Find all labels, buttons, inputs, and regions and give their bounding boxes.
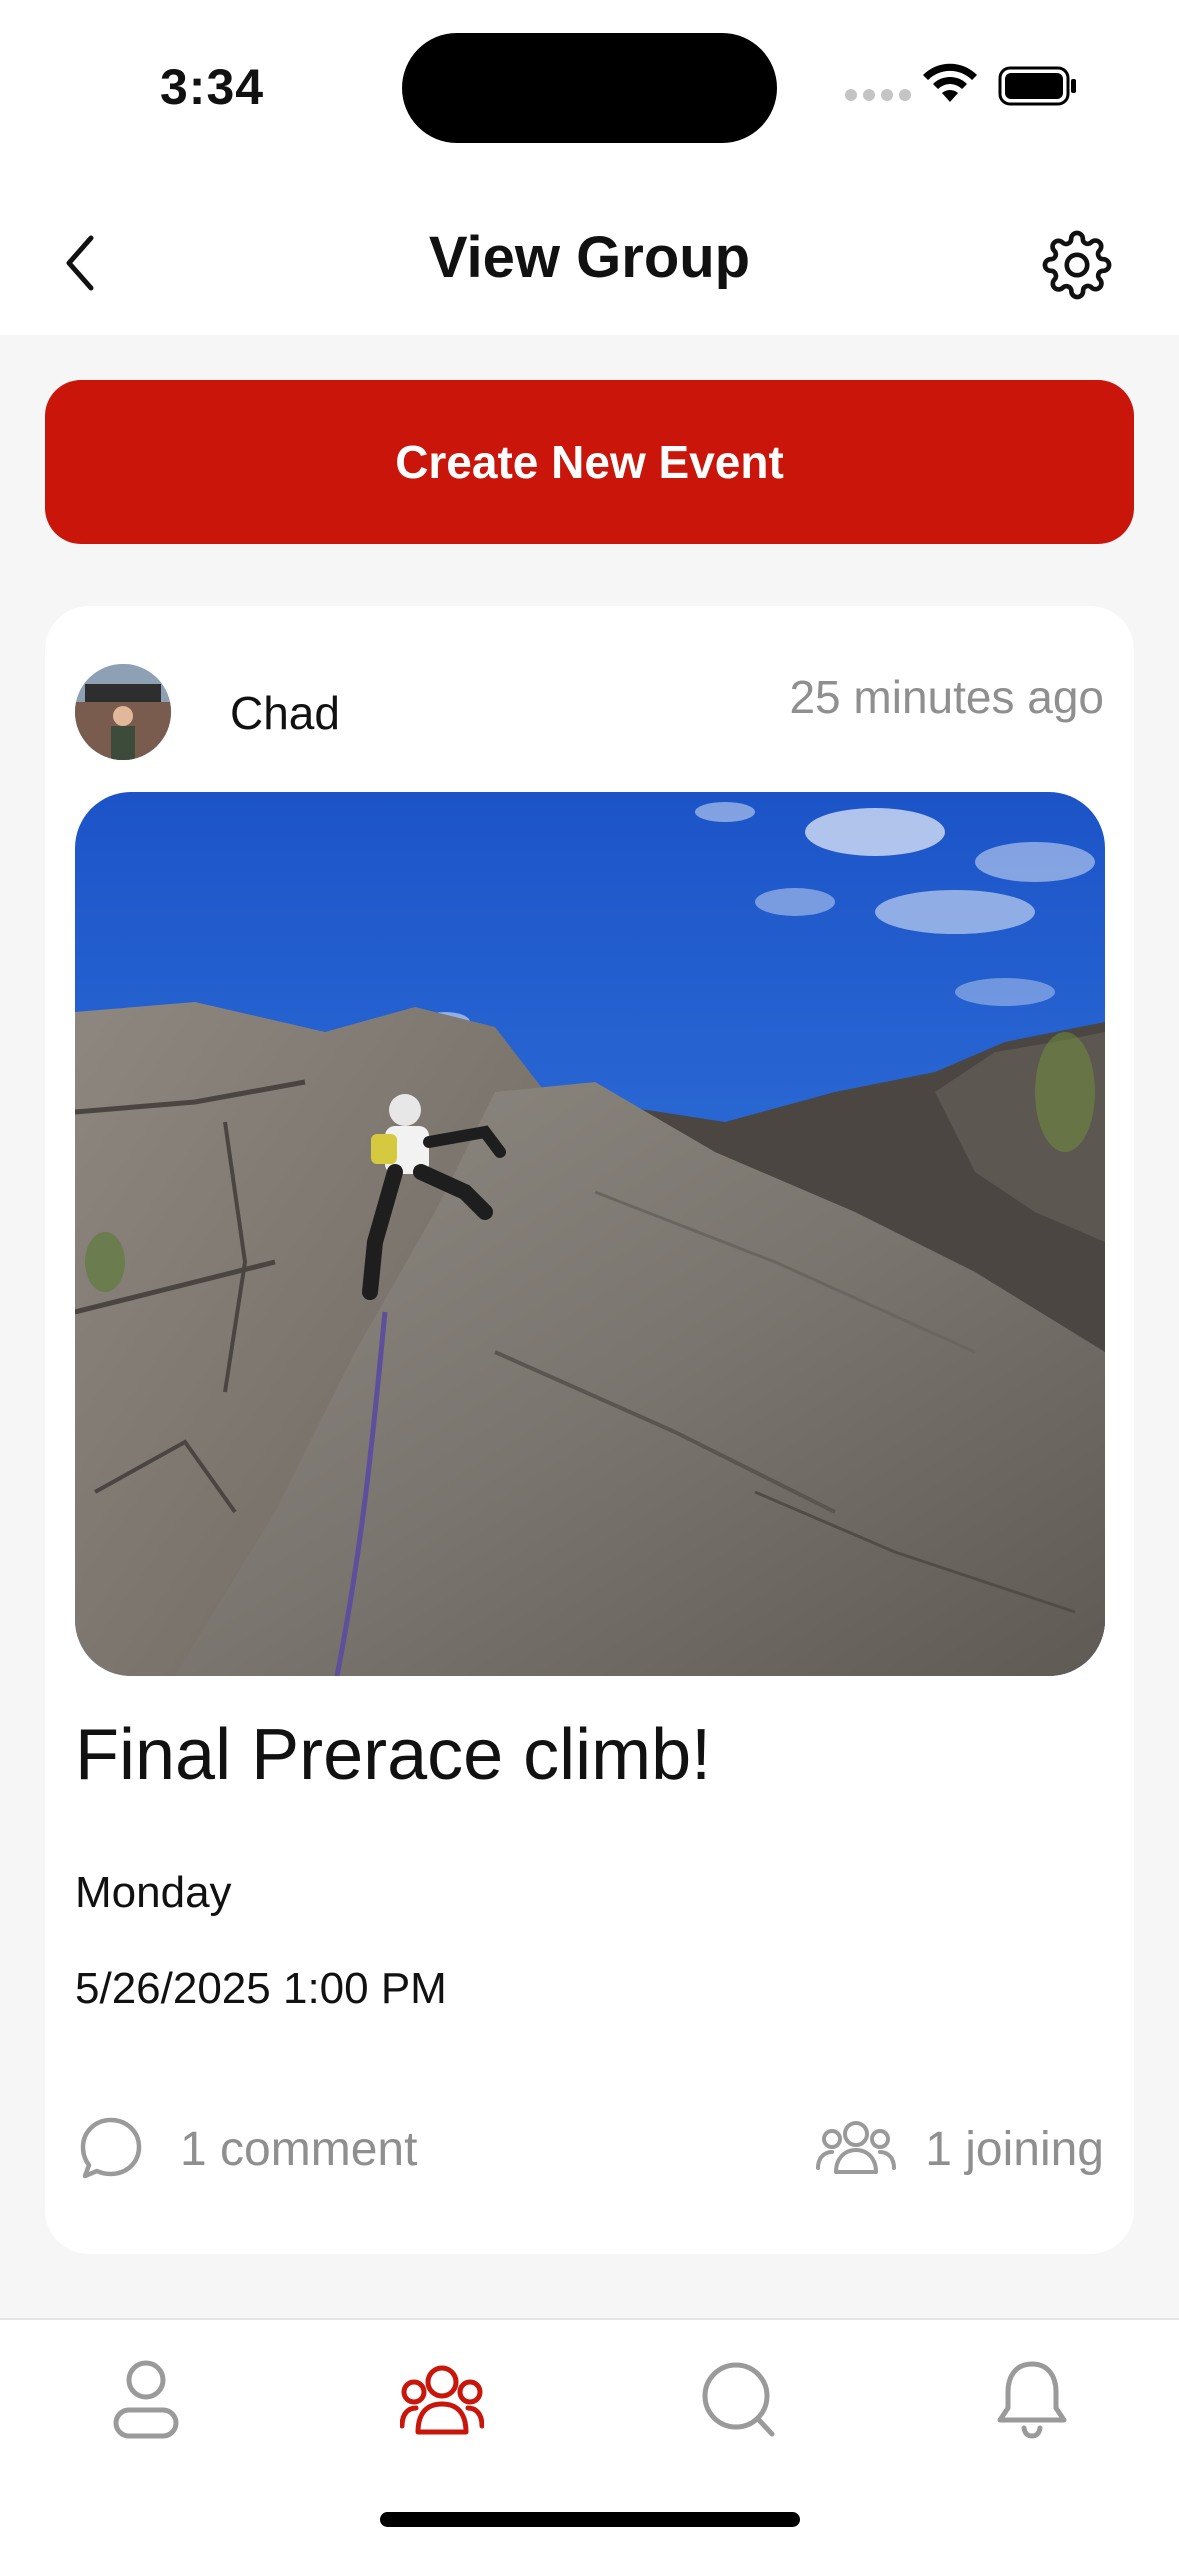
comment-bubble-icon[interactable] — [77, 2114, 145, 2182]
post-timestamp: 25 minutes ago — [789, 671, 1104, 723]
event-title: Final Prerace climb! — [75, 1715, 712, 1795]
event-day: Monday — [75, 1868, 232, 1917]
group-joining-icon[interactable] — [815, 2114, 897, 2178]
author-name[interactable]: Chad — [230, 686, 340, 740]
event-card[interactable]: Chad 25 minutes ago Final Prerace climb!… — [45, 606, 1134, 2254]
cellular-signal-icon — [845, 88, 917, 106]
page-title: View Group — [428, 225, 751, 290]
status-time: 3:34 — [160, 59, 265, 115]
event-photo[interactable] — [75, 792, 1105, 1676]
home-indicator[interactable] — [380, 2512, 800, 2527]
tab-groups-group-icon[interactable] — [400, 2356, 484, 2442]
tab-profile-person-icon[interactable] — [106, 2356, 186, 2442]
tab-notifications-bell-icon[interactable] — [992, 2356, 1072, 2442]
joining-count[interactable]: 1 joining — [925, 2122, 1104, 2177]
battery-icon — [998, 66, 1076, 106]
navigation-bar: View Group — [0, 180, 1179, 335]
wifi-icon — [923, 63, 977, 102]
status-bar: 3:34 — [0, 0, 1179, 180]
author-avatar[interactable] — [75, 664, 171, 760]
tab-search-icon[interactable] — [698, 2356, 778, 2442]
event-datetime: 5/26/2025 1:00 PM — [75, 1964, 447, 2013]
create-new-event-button[interactable]: Create New Event — [45, 380, 1134, 544]
comment-count[interactable]: 1 comment — [180, 2122, 417, 2177]
settings-gear-icon[interactable] — [1042, 230, 1112, 300]
dynamic-island — [402, 33, 777, 143]
